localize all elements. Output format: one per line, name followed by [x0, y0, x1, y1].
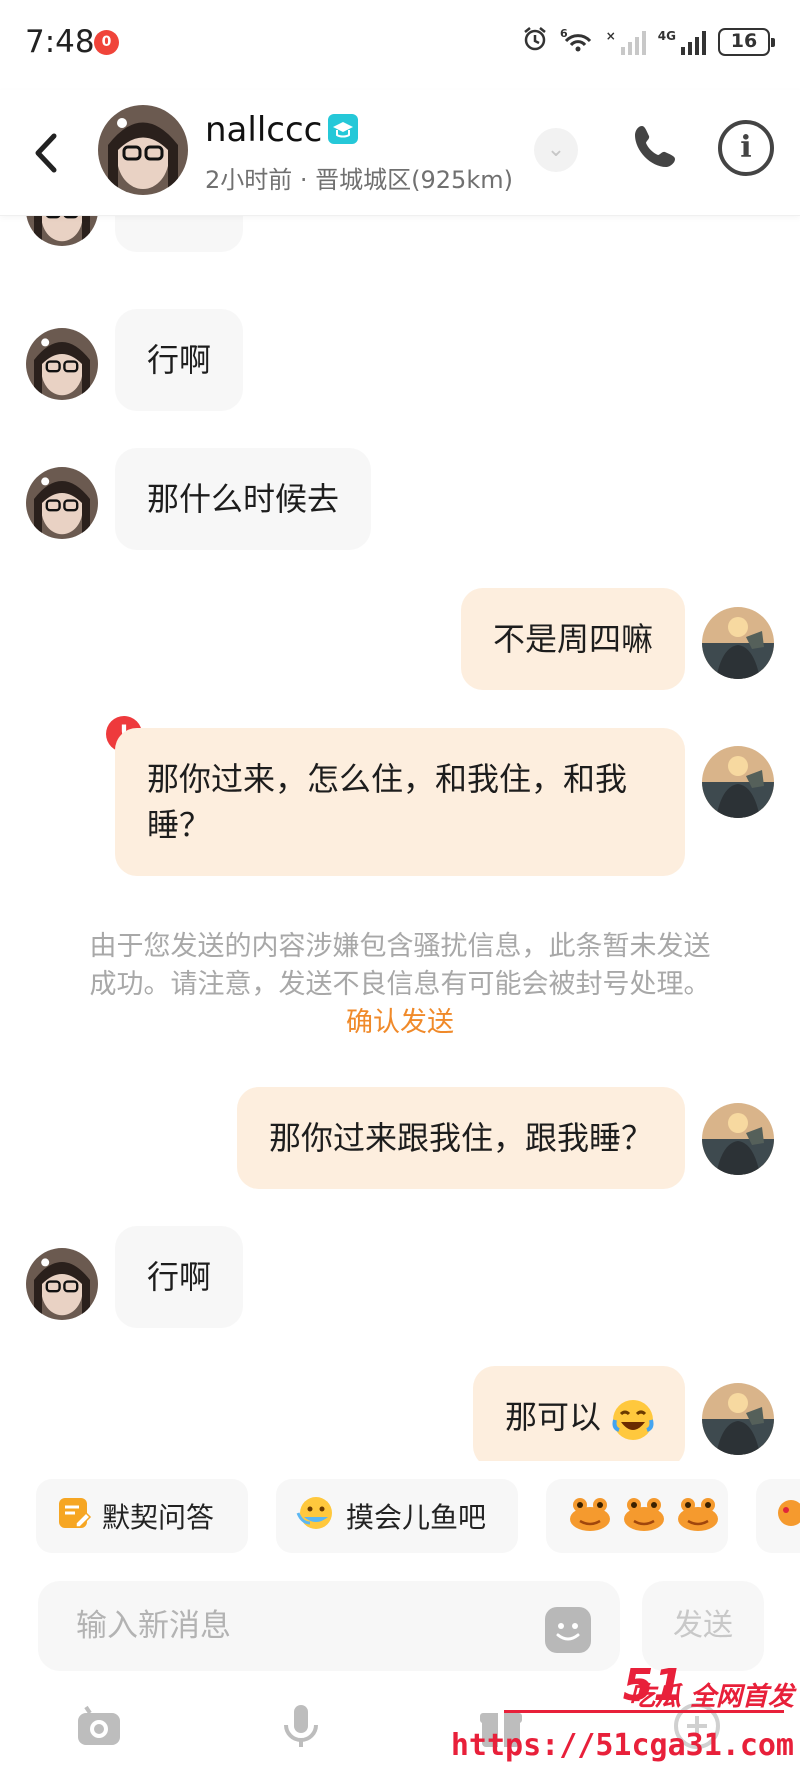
- my-avatar[interactable]: [702, 1383, 774, 1455]
- quick-reply-more[interactable]: [756, 1479, 800, 1553]
- send-button[interactable]: 发送: [642, 1581, 764, 1671]
- emoji-button[interactable]: [545, 1607, 591, 1653]
- message-text: 那可以: [504, 1398, 601, 1436]
- quiz-icon: [56, 1495, 92, 1538]
- camera-icon: [78, 1705, 120, 1745]
- back-button[interactable]: [28, 128, 64, 178]
- voice-button[interactable]: [274, 1699, 328, 1753]
- plus-circle-icon: [674, 1703, 720, 1749]
- message-bubble-incoming[interactable]: 行啊: [115, 1226, 244, 1328]
- my-avatar[interactable]: [702, 1103, 774, 1175]
- confirm-send-link[interactable]: 确认发送: [346, 1007, 454, 1038]
- contact-avatar-small[interactable]: [26, 328, 98, 400]
- photo-camera-button[interactable]: [72, 1699, 126, 1753]
- quick-reply-label: 默契问答: [102, 1501, 215, 1534]
- quick-reply-bar: 默契问答 摸会儿鱼吧: [0, 1461, 800, 1571]
- info-button[interactable]: i: [718, 120, 774, 176]
- message-bubble-incoming[interactable]: 行啊: [115, 309, 244, 411]
- my-avatar[interactable]: [702, 746, 774, 818]
- my-avatar[interactable]: [702, 607, 774, 679]
- message-bubble-outgoing[interactable]: 那你过来跟我住，跟我睡？: [236, 1087, 685, 1189]
- quick-reply-label: 摸会儿鱼吧: [346, 1501, 487, 1534]
- gift-button[interactable]: [474, 1699, 528, 1753]
- chevron-left-icon: [35, 133, 57, 173]
- moderation-warning: 由于您发送的内容涉嫌包含骚扰信息，此条暂未发送成功。请注意，发送不良信息有可能会…: [80, 928, 720, 1042]
- contact-name: nallccc: [205, 110, 323, 150]
- microphone-icon: [284, 1705, 318, 1747]
- frog-emoji-icon: [620, 1493, 668, 1540]
- frog-emoji-icon: [674, 1493, 722, 1540]
- emoji-icon: [776, 1498, 800, 1535]
- message-bubble-outgoing-failed[interactable]: 那你过来，怎么住，和我住，和我睡？: [115, 728, 685, 876]
- message-input[interactable]: [38, 1581, 620, 1671]
- quick-reply-quiz[interactable]: 默契问答: [36, 1479, 248, 1553]
- fish-emoji-icon: [296, 1493, 336, 1540]
- contact-avatar-small[interactable]: [26, 467, 98, 539]
- quick-reply-frogs[interactable]: [546, 1479, 728, 1553]
- wifi-icon: 6: [560, 27, 594, 57]
- contact-avatar-small[interactable]: [26, 1248, 98, 1320]
- contact-avatar-small[interactable]: [26, 216, 98, 246]
- more-button[interactable]: [670, 1699, 724, 1753]
- quick-reply-fish[interactable]: 摸会儿鱼吧: [276, 1479, 518, 1553]
- battery-icon: 16: [718, 28, 775, 56]
- alarm-icon: [522, 26, 548, 58]
- message-bubble-outgoing[interactable]: 不是周四嘛: [460, 588, 685, 690]
- education-badge-icon: [328, 114, 358, 144]
- notification-badge: 0: [94, 30, 119, 55]
- chat-header: nallccc 2小时前 · 晋城城区(925km) ⌄ i: [0, 90, 800, 216]
- compose-row: 发送: [0, 1571, 800, 1681]
- svg-text:6: 6: [560, 27, 568, 40]
- sim2-signal-icon: 4G: [658, 29, 706, 55]
- phone-call-button[interactable]: [628, 120, 682, 174]
- message-list[interactable]: 好吧 行啊 那什么时候去 不是周四嘛 ! 那你过来，怎么住，和我住，和我睡？ 由…: [0, 216, 800, 1461]
- laughing-emoji-icon: [611, 1398, 655, 1454]
- status-icons: 6 × 4G 16: [522, 26, 775, 58]
- contact-status-location: 2小时前 · 晋城城区(925km): [205, 166, 513, 194]
- chevron-down-icon[interactable]: ⌄: [534, 128, 578, 172]
- gift-icon: [480, 1713, 522, 1747]
- clock: 7:48: [25, 24, 95, 60]
- frog-emoji-icon: [566, 1493, 614, 1540]
- message-bubble-incoming[interactable]: 好吧: [115, 216, 244, 252]
- bottom-toolbar: [0, 1681, 800, 1778]
- sim1-signal-icon: ×: [606, 29, 646, 55]
- message-bubble-outgoing[interactable]: 那可以: [472, 1366, 685, 1461]
- contact-avatar[interactable]: [98, 105, 188, 195]
- moderation-warning-text: 由于您发送的内容涉嫌包含骚扰信息，此条暂未发送成功。请注意，发送不良信息有可能会…: [89, 931, 711, 1000]
- message-bubble-incoming[interactable]: 那什么时候去: [115, 448, 372, 550]
- status-bar: 7:48 0 6 × 4G 16: [0, 0, 800, 90]
